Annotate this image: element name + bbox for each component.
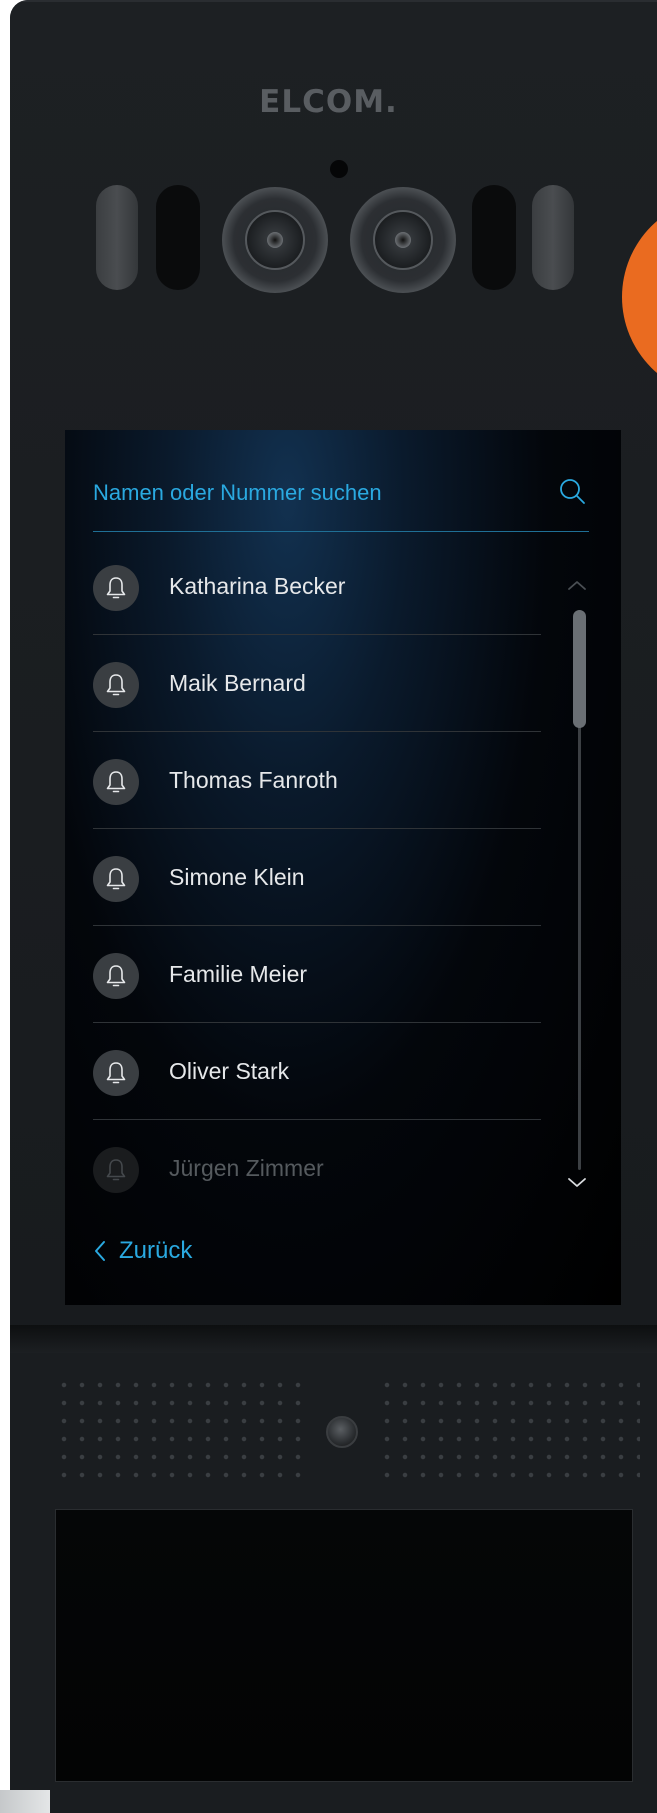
- bell-icon: [93, 953, 139, 999]
- ir-light-right-outer: [532, 185, 574, 290]
- camera-panel: ELCOM. Namen oder Nummer suchen Katharin…: [10, 0, 657, 1325]
- camera-lens-left: [222, 187, 328, 293]
- camera-lens-right: [350, 187, 456, 293]
- speaker-grille-left: [55, 1376, 307, 1486]
- search-icon[interactable]: [557, 476, 587, 506]
- contact-name: Katharina Becker: [169, 573, 346, 599]
- list-item[interactable]: Jürgen Zimmer: [93, 1120, 541, 1217]
- contact-name: Oliver Stark: [169, 1058, 290, 1084]
- bell-icon: [93, 759, 139, 805]
- back-label: Zurück: [119, 1237, 193, 1264]
- bell-icon: [93, 662, 139, 708]
- list-item[interactable]: Oliver Stark: [93, 1023, 541, 1120]
- orange-badge: [622, 197, 657, 397]
- speaker-grille-right: [378, 1376, 640, 1486]
- list-item[interactable]: Simone Klein: [93, 829, 541, 926]
- contact-name: Maik Bernard: [169, 670, 306, 696]
- bell-icon: [93, 1050, 139, 1096]
- ir-light-left-inner: [156, 185, 200, 290]
- contact-name: Thomas Fanroth: [169, 767, 338, 793]
- call-indicator: [326, 1416, 358, 1448]
- search-input-placeholder[interactable]: Namen oder Nummer suchen: [93, 480, 382, 506]
- list-item[interactable]: Maik Bernard: [93, 635, 541, 732]
- module-divider: [10, 1325, 657, 1353]
- ir-light-right-inner: [472, 185, 516, 290]
- scrollbar-thumb[interactable]: [573, 610, 586, 728]
- brand-logo: ELCOM.: [259, 84, 398, 120]
- background-edge: [0, 1790, 50, 1813]
- bell-icon: [93, 1147, 139, 1193]
- rfid-reader-panel: [55, 1509, 633, 1782]
- speaker-panel: [10, 1353, 657, 1813]
- microphone-icon: [330, 160, 348, 178]
- contact-name: Familie Meier: [169, 961, 308, 987]
- contact-name: Jürgen Zimmer: [169, 1155, 324, 1181]
- chevron-down-icon[interactable]: [565, 1176, 589, 1190]
- list-item[interactable]: Katharina Becker: [93, 538, 541, 635]
- search-field[interactable]: Namen oder Nummer suchen: [93, 479, 589, 532]
- back-button[interactable]: Zurück: [93, 1233, 192, 1269]
- bell-icon: [93, 565, 139, 611]
- contact-name: Simone Klein: [169, 864, 305, 890]
- chevron-left-icon: [95, 1241, 105, 1261]
- list-item[interactable]: Thomas Fanroth: [93, 732, 541, 829]
- chevron-up-icon[interactable]: [565, 578, 589, 592]
- ir-light-left-outer: [96, 185, 138, 290]
- list-item[interactable]: Familie Meier: [93, 926, 541, 1023]
- bell-icon: [93, 856, 139, 902]
- door-station: ELCOM. Namen oder Nummer suchen Katharin…: [10, 0, 657, 1813]
- contact-list: Katharina Becker Maik Bernard Thomas Fan…: [93, 538, 541, 1217]
- touch-screen: Namen oder Nummer suchen Katharina Becke…: [65, 430, 621, 1305]
